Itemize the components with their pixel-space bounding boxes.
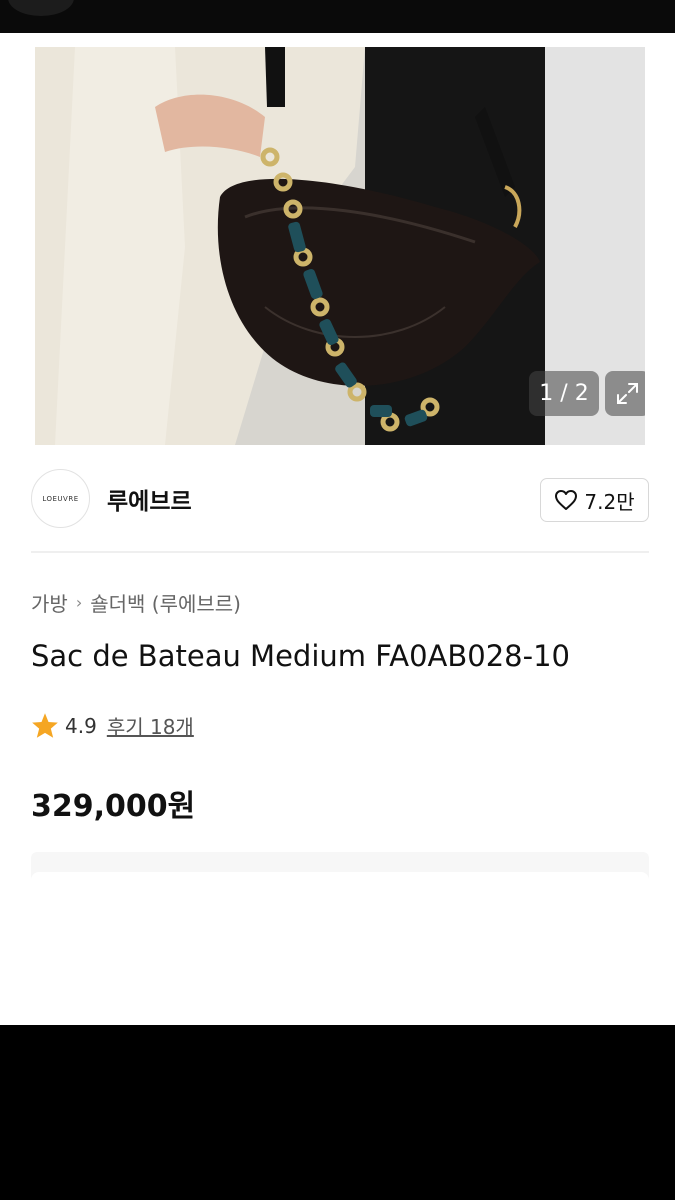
breadcrumb-subcategory[interactable]: 숄더백 (루에브르) <box>90 588 241 617</box>
status-bar <box>0 0 675 33</box>
breadcrumb: 가방 › 숄더백 (루에브르) <box>31 588 241 617</box>
star-icon <box>32 713 58 738</box>
rating-score: 4.9 <box>65 713 97 738</box>
breadcrumb-separator-icon: › <box>75 593 83 612</box>
bottom-area <box>0 1025 675 1200</box>
image-counter: 1 / 2 <box>529 371 599 416</box>
divider <box>31 551 649 553</box>
like-count: 7.2만 <box>584 489 635 514</box>
breadcrumb-category[interactable]: 가방 <box>31 588 68 617</box>
heart-icon <box>555 490 578 510</box>
info-box-content <box>31 872 649 1025</box>
product-image-gallery[interactable]: 1 / 2 <box>35 47 645 445</box>
brand-logo[interactable]: LOEUVRE <box>31 469 90 528</box>
expand-button[interactable] <box>605 371 645 416</box>
reviews-link[interactable]: 후기 18개 <box>107 711 194 740</box>
expand-icon <box>617 383 638 404</box>
camera-notch <box>8 0 74 16</box>
product-page: 1 / 2 LOEUVRE 루에브르 7.2만 가방 › 숄더백 (루에브르) … <box>0 33 675 1025</box>
product-price: 329,000원 <box>31 789 196 824</box>
brand-name[interactable]: 루에브르 <box>107 482 192 516</box>
rating: 4.9 후기 18개 <box>31 711 194 740</box>
like-button[interactable]: 7.2만 <box>540 478 649 522</box>
info-box <box>31 852 649 1025</box>
product-title: Sac de Bateau Medium FA0AB028-10 <box>31 639 570 673</box>
